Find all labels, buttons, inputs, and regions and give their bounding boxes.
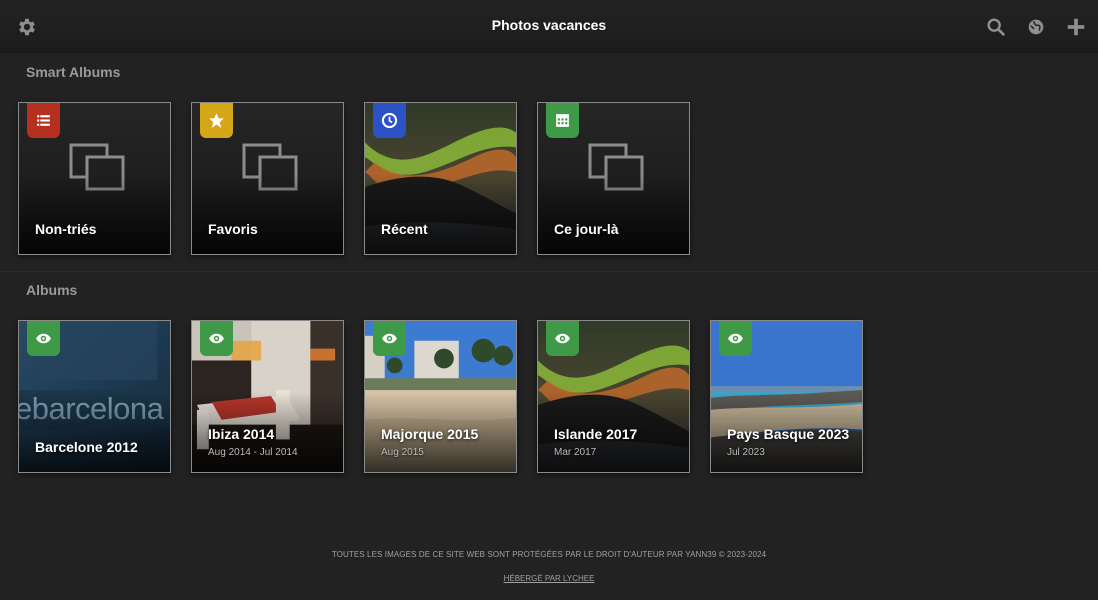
album-title: Islande 2017: [554, 426, 638, 442]
smart-albums-heading: Smart Albums: [26, 64, 121, 80]
album-title: Majorque 2015: [381, 426, 479, 442]
smart-album-recent[interactable]: Récent: [364, 102, 517, 255]
eye-icon: [546, 321, 579, 356]
eye-icon: [373, 321, 406, 356]
smart-album-favorites[interactable]: Favoris: [191, 102, 344, 255]
album-title: Favoris: [208, 221, 258, 237]
album-date: Aug 2015: [381, 447, 424, 458]
album-barcelone-2012[interactable]: ebarcelona Barcelone 2012: [18, 320, 171, 473]
copyright-notice: TOUTES LES IMAGES DE CE SITE WEB SONT PR…: [331, 550, 767, 559]
eye-icon: [200, 321, 233, 356]
list-icon: [27, 103, 60, 138]
smart-album-on-this-day[interactable]: Ce jour-là: [537, 102, 690, 255]
album-date: Mar 2017: [554, 447, 597, 458]
album-ibiza-2014[interactable]: Ibiza 2014 Aug 2014 - Jul 2014: [191, 320, 344, 473]
album-title: Non-triés: [35, 221, 97, 237]
album-date: Jul 2023: [727, 447, 765, 458]
plus-icon[interactable]: [1065, 16, 1087, 38]
album-title: Ibiza 2014: [208, 426, 275, 442]
top-bar: Photos vacances: [0, 0, 1098, 53]
album-title: Barcelone 2012: [35, 439, 138, 455]
calendar-icon: [546, 103, 579, 138]
smart-album-unsorted[interactable]: Non-triés: [18, 102, 171, 255]
clock-icon: [373, 103, 406, 138]
album-title: Pays Basque 2023: [727, 426, 850, 442]
page-title: Photos vacances: [491, 17, 607, 33]
album-pays-basque-2023[interactable]: Pays Basque 2023 Jul 2023: [710, 320, 863, 473]
album-majorque-2015[interactable]: Majorque 2015 Aug 2015: [364, 320, 517, 473]
eye-icon: [719, 321, 752, 356]
album-title: Ce jour-là: [554, 221, 619, 237]
hosted-by-link[interactable]: HÉBERGÉ PAR LYCHEE: [0, 574, 1098, 583]
album-date: Aug 2014 - Jul 2014: [208, 447, 298, 458]
globe-icon[interactable]: [1025, 16, 1047, 38]
album-title: Récent: [381, 221, 428, 237]
section-divider: [0, 271, 1098, 272]
eye-icon: [27, 321, 60, 356]
albums-heading: Albums: [26, 282, 78, 298]
star-icon: [200, 103, 233, 138]
search-icon[interactable]: [985, 16, 1007, 38]
album-islande-2017[interactable]: Islande 2017 Mar 2017: [537, 320, 690, 473]
